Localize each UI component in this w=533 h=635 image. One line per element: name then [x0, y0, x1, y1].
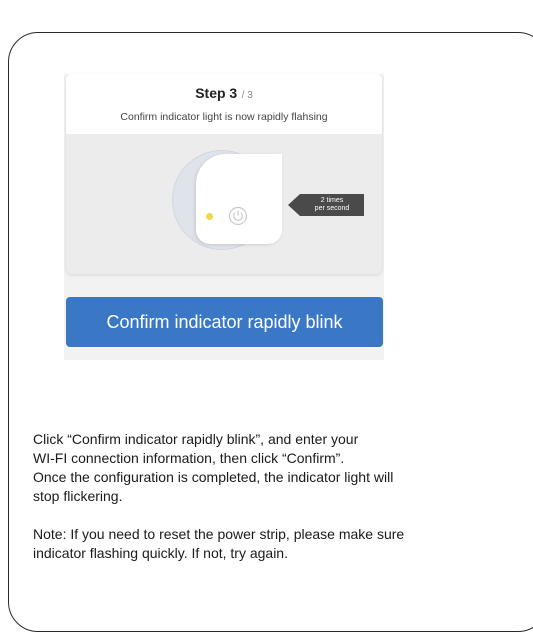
step-title: Step 3 [195, 85, 238, 101]
device-illustration [172, 150, 282, 250]
step-card: Step 3 / 3 Confirm indicator light is no… [66, 74, 382, 274]
power-icon [228, 206, 248, 226]
step-description: Confirm indicator light is now rapidly f… [120, 111, 328, 123]
step-indicator: Step 3 / 3 [66, 85, 382, 103]
device-body [196, 154, 282, 244]
confirm-indicator-button[interactable]: Confirm indicator rapidly blink [66, 297, 383, 347]
step-total: / 3 [241, 90, 253, 101]
blink-rate-label: 2 times per second [314, 197, 350, 212]
reset-note: Note: If you need to reset the power str… [33, 526, 405, 561]
blink-rate-callout: 2 times per second [288, 194, 364, 216]
instructions-text: Click “Confirm indicator rapidly blink”,… [33, 430, 533, 563]
step-header: Step 3 / 3 Confirm indicator light is no… [66, 74, 382, 134]
indicator-light [206, 213, 213, 220]
